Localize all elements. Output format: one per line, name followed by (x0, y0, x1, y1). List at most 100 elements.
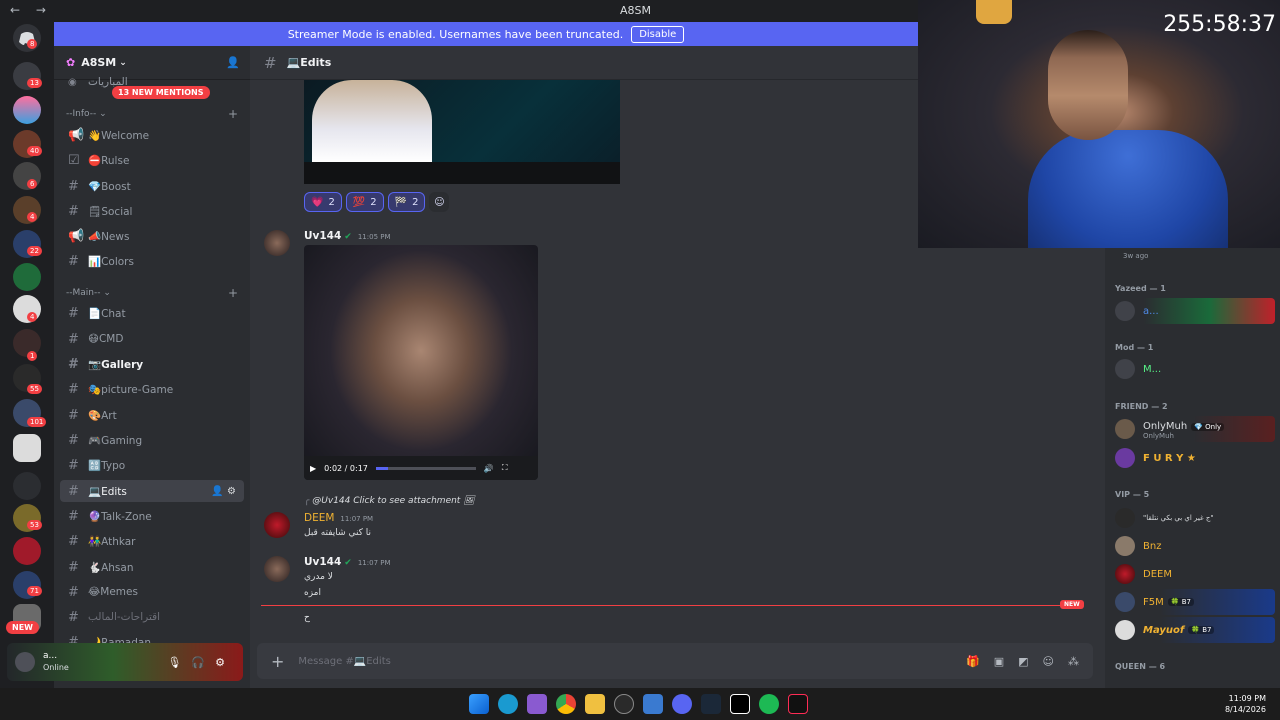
hash-icon: # (68, 457, 79, 473)
channel-item-picture-game[interactable]: # 🎭picture-Game (60, 378, 244, 400)
image-attachment[interactable] (304, 80, 620, 184)
member-item[interactable]: Mayuof 🍀 B7 (1111, 617, 1275, 643)
member-name: F U R Y ★ (1143, 452, 1196, 464)
verified-icon: ✔ (344, 232, 352, 242)
channel-item-gaming[interactable]: # 🎮Gaming (60, 429, 244, 451)
member-item[interactable]: F5M 🍀 B7 (1111, 589, 1275, 615)
hash-icon: # (68, 407, 79, 423)
football-server-icon[interactable] (13, 263, 41, 291)
streamer-head (1048, 30, 1128, 140)
message-composer[interactable]: + Message #💻Edits 🎁 ▣ ◩ ☺ ⁂ (257, 643, 1093, 679)
author-name[interactable]: Uv144 (304, 556, 341, 568)
author-name[interactable]: DEEM (304, 512, 334, 524)
member-item[interactable]: F U R Y ★ (1111, 445, 1275, 471)
badge: 4 (27, 312, 38, 322)
steam-icon[interactable] (701, 694, 721, 714)
settings-gear-icon[interactable]: ⚙ (215, 656, 235, 669)
channel-item-news[interactable]: 📢 📣News (60, 225, 244, 247)
user-info[interactable]: a... Online (43, 651, 69, 673)
member-item[interactable]: OnlyMuh 💎 Only OnlyMuh (1111, 416, 1275, 442)
channel-item-memes[interactable]: # 😂Memes (60, 581, 244, 603)
channel-item-talk-zone[interactable]: # 🔮Talk-Zone (60, 505, 244, 527)
channel-item-rulse[interactable]: ☑ ⛔Rulse (60, 149, 244, 171)
announcement-icon: 📢 (68, 228, 85, 244)
channel-label: 😷CMD (88, 333, 124, 345)
emoji-icon[interactable]: ☺ (1043, 655, 1054, 668)
channel-item-edits[interactable]: # 💻Edits 👤 ⚙ (60, 480, 244, 502)
channel-item-boost[interactable]: # 💎Boost (60, 175, 244, 197)
channel-item-cmd[interactable]: # 😷CMD (60, 328, 244, 350)
spotify-icon[interactable] (759, 694, 779, 714)
channel-label: 📄Chat (88, 307, 126, 320)
video-progress[interactable] (375, 466, 476, 470)
author-name[interactable]: Uv144 (304, 230, 341, 242)
member-item[interactable]: Bnz (1111, 533, 1275, 559)
video-attachment[interactable]: ▶ 0:02 / 0:17 🔊 ⛶ (304, 245, 538, 480)
play-icon[interactable]: ▶ (310, 464, 316, 473)
apps-icon[interactable]: ⁂ (1068, 655, 1079, 668)
member-list: 3w ago Yazeed — 1 a... Mod — 1 M... FRIE… (1105, 248, 1280, 688)
disable-button[interactable]: Disable (631, 25, 685, 43)
channel-item-colors[interactable]: # 📊Colors (60, 250, 244, 272)
back-forward-icon[interactable]: ← → (10, 3, 52, 17)
channel-item-social[interactable]: # 🗒Social (60, 200, 244, 222)
start-icon[interactable] (469, 694, 489, 714)
avatar[interactable] (15, 652, 35, 672)
member-item[interactable]: M... (1111, 356, 1275, 382)
tiktok-icon[interactable] (788, 694, 808, 714)
app-icon[interactable] (614, 694, 634, 714)
reaction-100[interactable]: 💯 2 (345, 192, 384, 212)
sticker-icon[interactable]: ◩ (1018, 655, 1028, 668)
channel-item-art[interactable]: # 🎨Art (60, 404, 244, 426)
invite-settings-icons[interactable]: 👤 ⚙ (211, 486, 236, 497)
channel-item-typo[interactable]: # 🔠Typo (60, 454, 244, 476)
new-unreads-pill[interactable]: NEW (6, 621, 39, 634)
reply-reference[interactable]: ╭ @Uv144 Click to see attachment 🖼 (304, 496, 475, 506)
member-item[interactable]: DEEM (1111, 561, 1275, 587)
gift-icon[interactable]: 🎁 (966, 655, 980, 668)
server-icon[interactable] (13, 434, 41, 462)
category-main[interactable]: --Main-- ⌄ + (66, 286, 238, 300)
channel-item-welcome[interactable]: 📢 👋Welcome (60, 124, 244, 146)
chrome-icon[interactable] (556, 694, 576, 714)
store-icon[interactable] (643, 694, 663, 714)
add-channel-icon[interactable]: + (228, 286, 238, 300)
avatar[interactable] (264, 512, 290, 538)
gif-icon[interactable]: ▣ (994, 655, 1004, 668)
reaction-heart[interactable]: 💗 2 (304, 192, 342, 212)
headphones-icon[interactable]: 🎧 (191, 656, 215, 669)
app-icon[interactable] (527, 694, 547, 714)
composer-placeholder[interactable]: Message #💻Edits (298, 656, 390, 667)
member-item[interactable]: "ج غير اي بي بكي نتلقا" (1111, 505, 1275, 531)
channel-item-suggestions[interactable]: # اقتراحات-المالب (60, 606, 244, 628)
folder-icon[interactable] (13, 472, 41, 500)
fullscreen-icon[interactable]: ⛶ (502, 463, 508, 473)
channel-item-athkar[interactable]: # 👫Athkar (60, 530, 244, 552)
badge: 71 (27, 586, 42, 596)
capcut-icon[interactable] (730, 694, 750, 714)
add-channel-icon[interactable]: + (228, 107, 238, 121)
discord-home-icon[interactable] (13, 24, 41, 52)
hash-icon: # (68, 331, 79, 347)
edge-icon[interactable] (498, 694, 518, 714)
volume-icon[interactable]: 🔊 (484, 464, 494, 473)
add-reaction-icon[interactable]: ☺ (429, 192, 450, 212)
server-icon[interactable] (13, 537, 41, 565)
server-icon[interactable] (13, 96, 41, 124)
discord-icon[interactable] (672, 694, 692, 714)
member-item[interactable]: a... (1111, 298, 1275, 324)
microphone-icon[interactable]: 🎙 (167, 656, 191, 669)
reaction-flag[interactable]: 🏁 2 (387, 192, 426, 212)
file-explorer-icon[interactable] (585, 694, 605, 714)
channel-item-gallery[interactable]: # 📷Gallery (60, 353, 244, 375)
system-clock[interactable]: 11:09 PM 8/14/2026 (1225, 693, 1266, 715)
channel-item-chat[interactable]: # 📄Chat (60, 302, 244, 324)
attach-plus-icon[interactable]: + (271, 652, 284, 671)
channel-item-ahsan[interactable]: # 🐇Ahsan (60, 556, 244, 578)
avatar[interactable] (264, 230, 290, 256)
reaction-count: 2 (370, 196, 377, 208)
new-mentions-pill[interactable]: 13 NEW MENTIONS (112, 86, 210, 99)
category-info[interactable]: --Info-- ⌄ + (66, 107, 238, 121)
avatar[interactable] (264, 556, 290, 582)
add-user-icon[interactable]: 👤 (226, 56, 240, 69)
